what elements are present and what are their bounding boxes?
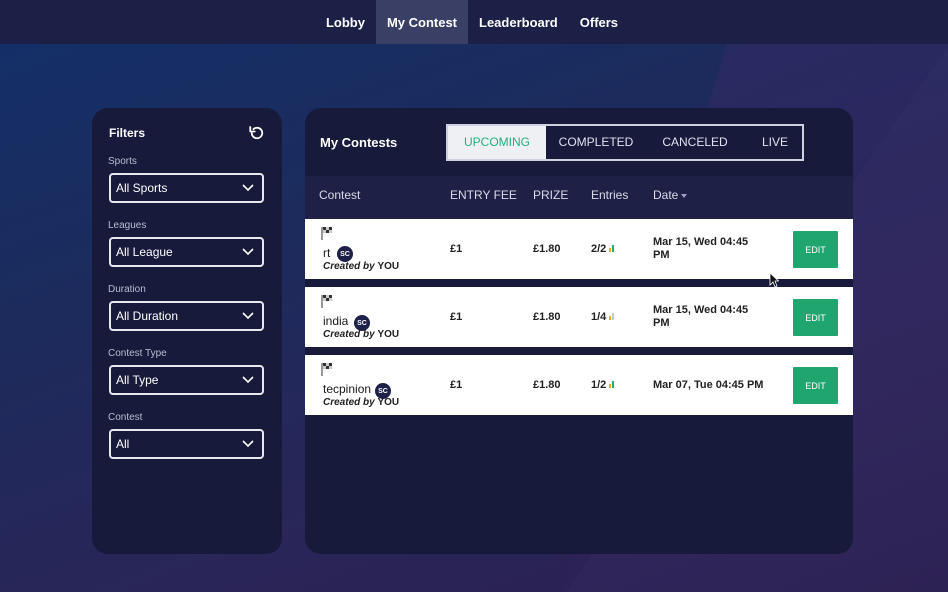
filter-label-leagues: Leagues (108, 220, 147, 231)
tab-upcoming[interactable]: UPCOMING (448, 125, 546, 159)
signal-bars-icon (609, 381, 615, 388)
created-by: Created by YOU (323, 329, 400, 340)
table-row[interactable]: tecpinion SC Created by YOU £1 £1.80 1/2… (305, 355, 853, 415)
entry-fee: £1 (450, 243, 463, 255)
checkered-flag-icon (321, 295, 332, 308)
checkered-flag-icon (321, 363, 332, 376)
edit-button[interactable]: EDIT (793, 367, 838, 404)
table-row[interactable]: india SC Created by YOU £1 £1.80 1/4 Mar… (305, 287, 853, 347)
contest-type-select[interactable]: All Type (109, 365, 264, 395)
contest-name[interactable]: rt (323, 246, 330, 260)
nav-lobby[interactable]: Lobby (315, 0, 376, 44)
filter-label-duration: Duration (108, 284, 146, 295)
chevron-down-icon (242, 440, 254, 448)
contest-name[interactable]: india (323, 314, 348, 328)
sports-select-value: All Sports (116, 181, 168, 195)
page-title: My Contests (320, 134, 398, 150)
signal-bars-icon (609, 313, 615, 320)
created-by: Created by YOU (323, 261, 400, 272)
tab-completed[interactable]: COMPLETED (546, 126, 646, 159)
table-row[interactable]: rt SC Created by YOU £1 £1.80 2/2 Mar 15… (305, 219, 853, 279)
contest-date: Mar 15, Wed 04:45 PM (653, 236, 749, 261)
column-header-prize: PRIZE (533, 188, 569, 202)
chevron-down-icon (242, 184, 254, 192)
contest-date: Mar 15, Wed 04:45 PM (653, 304, 749, 329)
tab-live[interactable]: LIVE (744, 126, 802, 159)
leagues-select[interactable]: All League (109, 237, 264, 267)
contest-select-value: All (116, 437, 130, 451)
contest-status-tabs: UPCOMING COMPLETED CANCELED LIVE (446, 123, 804, 161)
nav-leaderboard[interactable]: Leaderboard (468, 0, 569, 44)
top-navigation: Lobby My Contest Leaderboard Offers (0, 0, 948, 44)
contest-date: Mar 07, Tue 04:45 PM (653, 379, 764, 391)
sc-badge: SC (337, 246, 353, 262)
mouse-pointer-icon (769, 272, 779, 288)
prize: £1.80 (533, 311, 561, 323)
chevron-down-icon (242, 312, 254, 320)
filter-label-contest: Contest (108, 412, 143, 423)
contest-select[interactable]: All (109, 429, 264, 459)
column-header-entry-fee: ENTRY FEE (450, 188, 517, 202)
entries: 1/2 (591, 379, 615, 391)
column-header-contest: Contest (319, 188, 361, 202)
filter-label-sports: Sports (108, 156, 137, 167)
signal-bars-icon (609, 245, 615, 252)
nav-my-contest[interactable]: My Contest (375, 0, 468, 44)
prize: £1.80 (533, 379, 561, 391)
filters-title: Filters (109, 126, 146, 140)
entries: 1/4 (591, 311, 615, 323)
prize: £1.80 (533, 243, 561, 255)
filter-label-contest-type: Contest Type (108, 348, 167, 359)
duration-select[interactable]: All Duration (109, 301, 264, 331)
chevron-down-icon (242, 248, 254, 256)
edit-button[interactable]: EDIT (793, 299, 838, 336)
checkered-flag-icon (321, 227, 332, 240)
nav-offers[interactable]: Offers (569, 0, 629, 44)
duration-select-value: All Duration (116, 309, 179, 323)
my-contests-panel: My Contests UPCOMING COMPLETED CANCELED … (305, 108, 853, 554)
column-header-entries: Entries (591, 188, 629, 202)
filters-panel: Filters Sports All Sports Leagues All Le… (92, 108, 282, 554)
entries: 2/2 (591, 243, 615, 255)
edit-button[interactable]: EDIT (793, 231, 838, 268)
sort-caret-icon (681, 193, 688, 198)
column-header-date[interactable]: Date (653, 188, 688, 202)
table-header: Contest ENTRY FEE PRIZE Entries Date (305, 176, 853, 219)
contest-name[interactable]: tecpinion (323, 382, 371, 396)
entry-fee: £1 (450, 311, 463, 323)
tab-canceled[interactable]: CANCELED (646, 126, 744, 159)
chevron-down-icon (242, 376, 254, 384)
reset-icon[interactable] (248, 124, 266, 142)
leagues-select-value: All League (116, 245, 173, 259)
entry-fee: £1 (450, 379, 463, 391)
created-by: Created by YOU (323, 397, 400, 408)
sports-select[interactable]: All Sports (109, 173, 264, 203)
contest-type-select-value: All Type (116, 373, 159, 387)
